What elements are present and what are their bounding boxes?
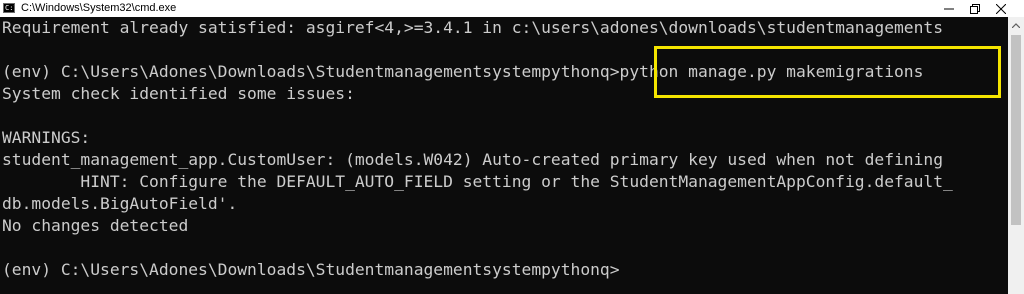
close-button[interactable] xyxy=(988,0,1014,17)
scrollbar-thumb[interactable] xyxy=(1011,35,1021,225)
console-line: Requirement already satisfied: asgiref<4… xyxy=(2,18,944,37)
vertical-scrollbar[interactable] xyxy=(1008,17,1024,294)
restore-button[interactable] xyxy=(962,0,988,17)
minimize-button[interactable] xyxy=(936,0,962,17)
cmd-window: C:\ C:\Windows\System32\cmd.exe Requirem… xyxy=(0,0,1024,294)
close-icon xyxy=(996,3,1006,14)
console-line: student_management_app.CustomUser: (mode… xyxy=(2,150,944,169)
window-title: C:\Windows\System32\cmd.exe xyxy=(21,2,177,14)
console-output[interactable]: Requirement already satisfied: asgiref<4… xyxy=(0,17,1008,294)
console-line: HINT: Configure the DEFAULT_AUTO_FIELD s… xyxy=(2,172,953,191)
restore-icon xyxy=(970,3,980,14)
command-highlight-box xyxy=(654,46,1001,98)
console-line: db.models.BigAutoField'. xyxy=(2,194,238,213)
scroll-up-button[interactable] xyxy=(1008,17,1024,33)
title-bar[interactable]: C:\ C:\Windows\System32\cmd.exe xyxy=(0,0,1024,17)
cmd-icon: C:\ xyxy=(3,3,15,13)
minimize-icon xyxy=(944,8,954,9)
console-line: (env) C:\Users\Adones\Downloads\Studentm… xyxy=(2,260,620,279)
console-line: System check identified some issues: xyxy=(2,84,355,103)
console-line: WARNINGS: xyxy=(2,128,91,147)
console-line: No changes detected xyxy=(2,216,189,235)
chevron-up-icon xyxy=(1012,22,1020,28)
